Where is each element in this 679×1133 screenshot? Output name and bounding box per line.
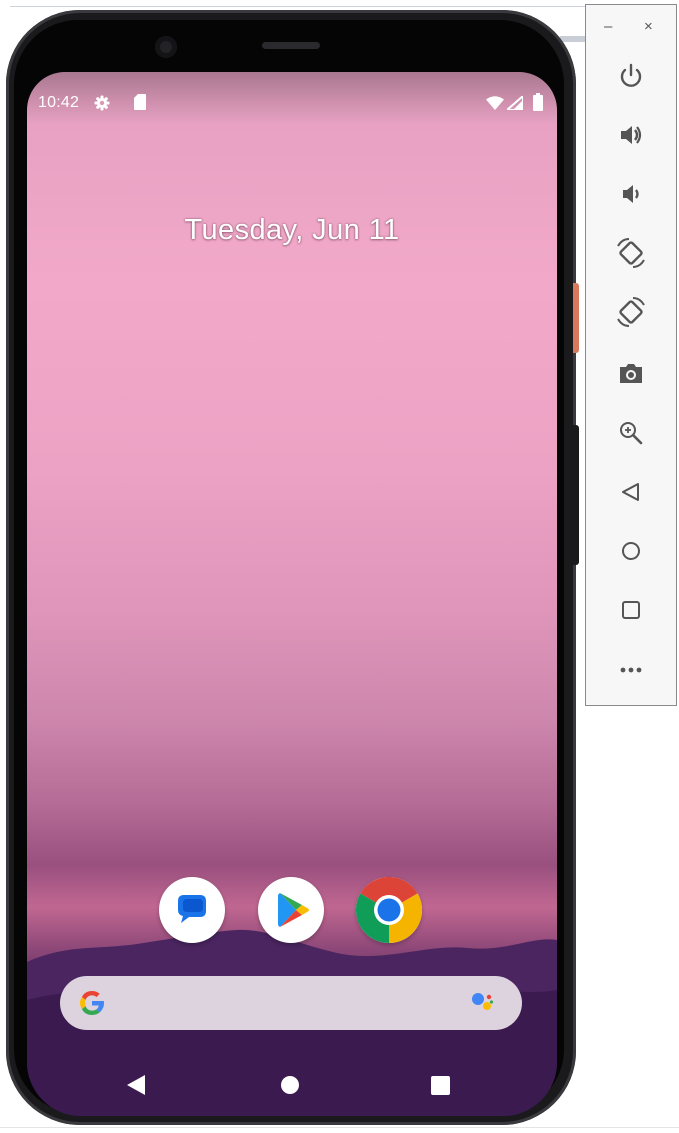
home-icon (622, 542, 640, 560)
app-messages[interactable] (159, 877, 225, 943)
messages-icon (178, 895, 206, 923)
volume-down-icon (623, 185, 639, 203)
nav-home-icon[interactable] (281, 1076, 299, 1094)
nav-recents-icon[interactable] (431, 1076, 450, 1095)
back-button[interactable] (614, 475, 648, 509)
google-search-bar[interactable] (60, 976, 522, 1030)
chrome-icon (356, 877, 422, 943)
screenshot-button[interactable] (614, 356, 648, 390)
earpiece-speaker (262, 42, 320, 49)
google-assistant-icon[interactable] (470, 991, 496, 1015)
bottom-divider (0, 1127, 679, 1128)
background-window-strip (560, 36, 586, 42)
volume-up-icon (621, 126, 642, 144)
rotate-left-button[interactable] (614, 236, 648, 270)
lock-screen-date[interactable]: Tuesday, Jun 11 (27, 214, 557, 247)
volume-up-button[interactable] (614, 118, 648, 152)
signal-icon (507, 96, 523, 110)
back-icon (622, 483, 639, 501)
front-camera (155, 36, 177, 58)
phone-screen[interactable]: 10:42 Tuesday, Jun 11 (27, 72, 557, 1116)
minimize-button[interactable]: – (604, 19, 612, 35)
home-button[interactable] (614, 534, 648, 568)
app-chrome[interactable] (356, 877, 422, 943)
app-play-store[interactable] (258, 877, 324, 943)
overview-button[interactable] (614, 593, 648, 627)
emulator-screen: 10:42 Tuesday, Jun 11 – × (0, 0, 679, 1133)
nav-back-icon[interactable] (127, 1075, 145, 1095)
hardware-volume-rocker[interactable] (573, 425, 579, 565)
zoom-icon (620, 422, 643, 445)
zoom-button[interactable] (614, 416, 648, 450)
overview-icon (622, 601, 640, 619)
google-g-icon (80, 991, 104, 1015)
close-button[interactable]: × (644, 19, 653, 35)
play-store-icon (278, 893, 309, 927)
hardware-power-button[interactable] (573, 283, 579, 353)
gear-icon (94, 95, 110, 111)
power-icon (620, 63, 642, 87)
battery-icon (533, 93, 543, 111)
wifi-icon (486, 96, 504, 110)
rotate-left-icon (617, 238, 645, 268)
more-icon (620, 667, 642, 673)
camera-icon (620, 364, 642, 383)
emulator-control-panel: – × (585, 4, 677, 706)
volume-down-button[interactable] (614, 177, 648, 211)
rotate-right-icon (617, 297, 645, 327)
status-time: 10:42 (38, 94, 80, 111)
power-button[interactable] (614, 59, 648, 93)
sd-card-icon (134, 94, 146, 110)
more-button[interactable] (614, 653, 648, 687)
rotate-right-button[interactable] (614, 295, 648, 329)
